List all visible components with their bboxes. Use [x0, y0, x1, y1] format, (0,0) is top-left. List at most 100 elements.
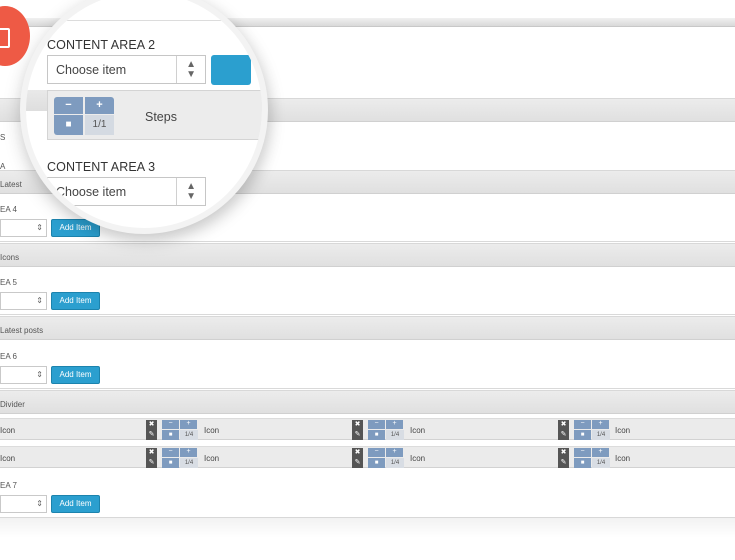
stepper-count: 1/4: [592, 430, 610, 440]
item-stepper[interactable]: − + ■ 1/4: [162, 448, 198, 468]
copy-icon[interactable]: ■: [162, 458, 179, 468]
steps-stepper[interactable]: − + ■ 1/1: [54, 97, 114, 135]
copy-icon[interactable]: ■: [368, 430, 385, 440]
icon-item-row: Icon ✖ ✎ − + ■ 1/4 Icon ✖ ✎ − + ■ 1/4 Icon ✖ ✎ − +…: [0, 418, 735, 440]
sort-arrows-icon: ▲ ▼: [186, 59, 196, 80]
copy-icon[interactable]: ■: [368, 458, 385, 468]
icon-item-row: Icon ✖ ✎ − + ■ 1/4 Icon ✖ ✎ − + ■ 1/4 Icon ✖ ✎ − +…: [0, 446, 735, 468]
increment-button[interactable]: +: [85, 97, 114, 114]
edit-icon[interactable]: ✎: [558, 458, 569, 468]
delete-edit-control[interactable]: ✖ ✎: [352, 420, 363, 440]
increment-button[interactable]: +: [592, 448, 609, 457]
divider: [0, 314, 735, 315]
decrement-button[interactable]: −: [368, 448, 385, 457]
close-icon[interactable]: ✖: [146, 448, 157, 458]
delete-edit-control[interactable]: ✖ ✎: [352, 448, 363, 468]
device-icon: [0, 28, 10, 48]
close-icon[interactable]: ✖: [558, 420, 569, 430]
delete-edit-control[interactable]: ✖ ✎: [558, 448, 569, 468]
delete-edit-control[interactable]: ✖ ✎: [146, 420, 157, 440]
icon-item-label: Icon: [0, 454, 16, 463]
stepper-count: 1/4: [386, 458, 404, 468]
panel-shadow: [0, 518, 735, 538]
edit-icon[interactable]: ✎: [558, 430, 569, 440]
stepper-count: 1/4: [386, 430, 404, 440]
choose-item-select[interactable]: ⇕: [0, 292, 47, 310]
area-label: EA 4: [0, 205, 17, 214]
magnified-content: CONTENT AREA 2 Choose item ▲ ▼ − + ■ 1/1 …: [26, 0, 262, 228]
content-area-3-title: CONTENT AREA 3: [47, 160, 156, 174]
icon-item-label: Icon: [615, 426, 631, 435]
select-value: Choose item: [56, 63, 127, 77]
edit-icon[interactable]: ✎: [352, 430, 363, 440]
steps-label: Steps: [145, 110, 177, 124]
close-icon[interactable]: ✖: [558, 448, 569, 458]
item-stepper[interactable]: − + ■ 1/4: [574, 420, 610, 440]
copy-icon[interactable]: ■: [54, 115, 83, 135]
decrement-button[interactable]: −: [54, 97, 83, 114]
copy-icon[interactable]: ■: [574, 430, 591, 440]
decrement-button[interactable]: −: [368, 420, 385, 429]
item-stepper[interactable]: − + ■ 1/4: [574, 448, 610, 468]
divider: [26, 20, 262, 21]
add-item-button[interactable]: Add Item: [51, 366, 100, 384]
stepper-count: 1/4: [592, 458, 610, 468]
add-item-button[interactable]: [211, 55, 251, 85]
stepper-count: 1/4: [180, 458, 198, 468]
sort-arrows-icon: ⇕: [36, 296, 43, 305]
icon-item-label: Icon: [410, 454, 426, 463]
icon-item-label: Icon: [204, 426, 220, 435]
delete-edit-control[interactable]: ✖ ✎: [558, 420, 569, 440]
area-label: EA 5: [0, 278, 17, 287]
edit-icon[interactable]: ✎: [146, 430, 157, 440]
icon-item-label: Icon: [410, 426, 426, 435]
decrement-button[interactable]: −: [574, 420, 591, 429]
decrement-button[interactable]: −: [574, 448, 591, 457]
close-icon[interactable]: ✖: [146, 420, 157, 430]
divider: [0, 241, 735, 242]
choose-item-select[interactable]: Choose item ▲ ▼: [47, 177, 206, 206]
steps-item-row: − + ■ 1/1 Steps: [47, 90, 262, 140]
magnifier-lens: CONTENT AREA 2 Choose item ▲ ▼ − + ■ 1/1 …: [20, 0, 268, 234]
area-label: EA 7: [0, 481, 17, 490]
sort-arrows-icon: ▲ ▼: [186, 181, 196, 202]
choose-item-select[interactable]: ⇕: [0, 495, 47, 513]
icon-item-label: Icon: [615, 454, 631, 463]
close-icon[interactable]: ✖: [352, 448, 363, 458]
stepper-count: 1/1: [85, 115, 114, 135]
stepper-count: 1/4: [180, 430, 198, 440]
increment-button[interactable]: +: [180, 448, 197, 457]
item-stepper[interactable]: − + ■ 1/4: [368, 448, 404, 468]
select-value: Choose item: [56, 185, 127, 199]
edit-icon[interactable]: ✎: [146, 458, 157, 468]
select-divider: [176, 178, 177, 205]
edit-icon[interactable]: ✎: [352, 458, 363, 468]
section-header-divider: Divider: [0, 390, 735, 414]
increment-button[interactable]: +: [592, 420, 609, 429]
divider: [0, 388, 735, 389]
copy-icon[interactable]: ■: [574, 458, 591, 468]
decrement-button[interactable]: −: [162, 448, 179, 457]
add-item-button[interactable]: Add Item: [51, 292, 100, 310]
add-item-button[interactable]: Add Item: [51, 495, 100, 513]
close-icon[interactable]: ✖: [352, 420, 363, 430]
copy-icon[interactable]: ■: [162, 430, 179, 440]
choose-item-select[interactable]: Choose item ▲ ▼: [47, 55, 206, 84]
decrement-button[interactable]: −: [162, 420, 179, 429]
delete-edit-control[interactable]: ✖ ✎: [146, 448, 157, 468]
sort-arrows-icon: ⇕: [36, 499, 43, 508]
section-header-icons: Icons: [0, 243, 735, 267]
item-stepper[interactable]: − + ■ 1/4: [368, 420, 404, 440]
content-area-2-title: CONTENT AREA 2: [47, 38, 156, 52]
select-divider: [176, 56, 177, 83]
increment-button[interactable]: +: [386, 448, 403, 457]
area-label: S: [0, 133, 6, 142]
icon-item-label: Icon: [204, 454, 220, 463]
section-header-latest-posts: Latest posts: [0, 316, 735, 340]
sort-arrows-icon: ⇕: [36, 370, 43, 379]
item-stepper[interactable]: − + ■ 1/4: [162, 420, 198, 440]
increment-button[interactable]: +: [180, 420, 197, 429]
increment-button[interactable]: +: [386, 420, 403, 429]
icon-item-label: Icon: [0, 426, 16, 435]
choose-item-select[interactable]: ⇕: [0, 366, 47, 384]
